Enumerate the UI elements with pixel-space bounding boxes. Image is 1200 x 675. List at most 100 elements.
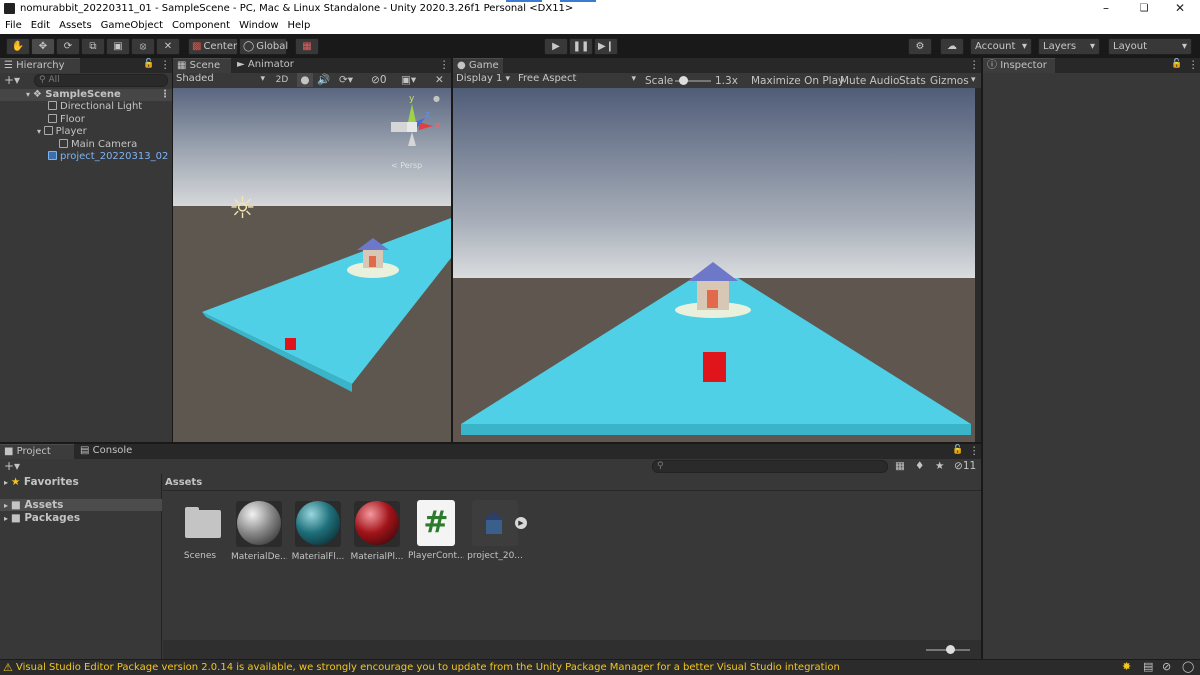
hierarchy-item-prefab[interactable]: project_20220313_02 xyxy=(48,151,168,163)
debug-icon[interactable]: ✸ xyxy=(1122,660,1131,673)
hierarchy-item-floor[interactable]: Floor xyxy=(48,114,85,126)
tab-scene[interactable]: ▦ Scene xyxy=(173,58,231,73)
menu-edit[interactable]: Edit xyxy=(31,18,50,34)
scene-viewport[interactable]: ☼ y x z ● < Persp xyxy=(173,88,451,442)
asset-item[interactable]: Scenes xyxy=(172,500,228,566)
global-toggle-button[interactable]: ◯ Global xyxy=(239,38,288,55)
play-button[interactable]: ▶ xyxy=(544,38,568,55)
menu-window[interactable]: Window xyxy=(239,18,278,34)
scale-slider-handle[interactable] xyxy=(679,76,688,85)
collab-icon[interactable]: ⚙ xyxy=(908,38,932,55)
hierarchy-search-box[interactable]: ⚲ All xyxy=(34,74,168,87)
pivot-center-button[interactable]: ▩ Center xyxy=(188,38,238,55)
menu-file[interactable]: File xyxy=(5,18,22,34)
cloud-icon[interactable]: ☁ xyxy=(940,38,964,55)
minimize-icon[interactable]: – xyxy=(1086,1,1126,17)
projection-label[interactable]: < Persp xyxy=(391,161,422,170)
pause-button[interactable]: ❚❚ xyxy=(569,38,593,55)
hidden-packages-icon[interactable]: ⊘11 xyxy=(954,460,976,472)
display-dropdown[interactable]: Display 1 xyxy=(453,73,513,87)
create-asset-button[interactable]: +▾ xyxy=(4,459,20,473)
progress-icon[interactable]: ◯ xyxy=(1182,660,1194,673)
maximize-on-play-toggle[interactable]: Maximize On Play xyxy=(751,75,844,87)
directional-light-gizmo[interactable]: ☼ xyxy=(229,194,256,224)
favorites-item[interactable]: ▸ ★ Favorites xyxy=(4,476,79,488)
layout-dropdown[interactable]: Layout ▾ xyxy=(1108,38,1192,55)
mode-2d-toggle[interactable]: 2D xyxy=(272,73,292,87)
asset-item[interactable]: # PlayerCont... xyxy=(408,500,464,566)
game-scrollbar[interactable] xyxy=(975,88,981,442)
thumbnail-size-handle[interactable] xyxy=(946,645,955,654)
mute-audio-toggle[interactable]: Mute Audio xyxy=(840,75,899,87)
menu-gameobject[interactable]: GameObject xyxy=(101,18,163,34)
shading-mode-dropdown[interactable]: Shaded xyxy=(173,73,268,87)
menu-component[interactable]: Component xyxy=(172,18,230,34)
lighting-toggle-icon[interactable]: ● xyxy=(297,73,313,87)
custom-tool-icon[interactable]: ✕ xyxy=(156,38,180,55)
breadcrumb[interactable]: Assets xyxy=(165,477,202,488)
tab-inspector[interactable]: ⓘ Inspector xyxy=(983,58,1055,73)
account-dropdown[interactable]: Account ▾ xyxy=(970,38,1032,55)
gizmos-toggle[interactable]: Gizmos xyxy=(930,75,969,87)
asset-item[interactable]: ▶ project_20... xyxy=(467,500,527,566)
audio-toggle-icon[interactable]: 🔊 xyxy=(317,73,330,87)
transform-tool-icon[interactable]: ⦻ xyxy=(131,38,155,55)
project-search-box[interactable]: ⚲ xyxy=(652,460,888,473)
more-menu-icon[interactable]: ⋮ xyxy=(160,59,171,71)
status-message[interactable]: Visual Studio Editor Package version 2.0… xyxy=(16,662,840,673)
tab-hierarchy[interactable]: ☰ Hierarchy xyxy=(0,58,80,73)
rect-tool-icon[interactable]: ▣ xyxy=(106,38,130,55)
more-menu-icon[interactable]: ⋮ xyxy=(969,59,980,71)
stats-toggle[interactable]: Stats xyxy=(899,75,926,87)
game-viewport[interactable] xyxy=(453,88,975,442)
scene-orientation-gizmo[interactable]: y x z xyxy=(385,94,445,156)
gizmo-toggle-icon[interactable]: ▣▾ xyxy=(401,73,416,87)
lock-icon[interactable]: 🔓 xyxy=(1171,59,1182,69)
add-object-button[interactable]: +▾ xyxy=(4,73,20,87)
more-menu-icon[interactable]: ⋮ xyxy=(1188,59,1199,71)
more-menu-icon[interactable]: ⋮ xyxy=(439,59,450,71)
more-menu-icon[interactable]: ⋮ xyxy=(160,89,170,101)
chevron-down-icon[interactable]: ▾ xyxy=(971,75,976,85)
hierarchy-item-player[interactable]: ▾ Player xyxy=(37,126,87,138)
rotate-tool-icon[interactable]: ⟳ xyxy=(56,38,80,55)
tab-game[interactable]: ● Game xyxy=(453,58,503,73)
hierarchy-item-directional-light[interactable]: Directional Light xyxy=(48,101,142,113)
tools-icon[interactable]: ✕ xyxy=(435,73,444,87)
tab-project[interactable]: ■ Project xyxy=(0,444,74,459)
tab-console[interactable]: ▤ Console xyxy=(76,444,146,459)
visibility-toggle-icon[interactable]: ⊘0 xyxy=(371,73,387,87)
cache-server-icon[interactable]: ▤ xyxy=(1143,660,1153,673)
aspect-dropdown[interactable]: Free Aspect xyxy=(515,73,639,87)
tab-animator[interactable]: ► Animator xyxy=(233,58,303,73)
auto-generate-lighting-icon[interactable]: ⊘ xyxy=(1162,660,1171,673)
grid-snap-icon[interactable]: ▦ xyxy=(295,38,319,55)
filter-type-icon[interactable]: ▦ xyxy=(895,460,905,472)
hand-tool-icon[interactable]: ✋ xyxy=(6,38,30,55)
scale-tool-icon[interactable]: ⧉ xyxy=(81,38,105,55)
lock-icon[interactable]: ● xyxy=(433,94,440,103)
move-tool-icon[interactable]: ✥ xyxy=(31,38,55,55)
lock-icon[interactable]: 🔓 xyxy=(952,445,963,455)
lock-icon[interactable]: 🔓 xyxy=(143,59,154,69)
more-menu-icon[interactable]: ⋮ xyxy=(969,445,980,457)
filter-label-icon[interactable]: ♦ xyxy=(915,460,924,472)
favorite-star-icon[interactable]: ★ xyxy=(935,460,944,472)
project-tab-label: Project xyxy=(16,446,51,457)
asset-item[interactable]: MaterialFl... xyxy=(290,500,346,566)
tree-item-packages[interactable]: ▸ ■ Packages xyxy=(4,512,80,524)
effects-toggle-icon[interactable]: ⟳▾ xyxy=(339,73,353,87)
maximize-icon[interactable]: ❏ xyxy=(1124,1,1164,17)
asset-item[interactable]: MaterialDe... xyxy=(231,500,287,566)
asset-item[interactable]: MaterialPl... xyxy=(349,500,405,566)
expand-prefab-icon[interactable]: ▶ xyxy=(515,517,527,529)
menu-help[interactable]: Help xyxy=(288,18,311,34)
menu-assets[interactable]: Assets xyxy=(59,18,92,34)
hierarchy-item-samplescene[interactable]: ▾ ❖ SampleScene ⋮ xyxy=(26,89,172,101)
layers-dropdown[interactable]: Layers ▾ xyxy=(1038,38,1100,55)
step-button[interactable]: ▶❙ xyxy=(594,38,618,55)
close-icon[interactable]: ✕ xyxy=(1160,1,1200,17)
tree-item-assets[interactable]: ▸ ■ Assets xyxy=(0,499,162,511)
hierarchy-item-main-camera[interactable]: Main Camera xyxy=(59,139,137,151)
folder-icon: ■ xyxy=(10,512,21,524)
